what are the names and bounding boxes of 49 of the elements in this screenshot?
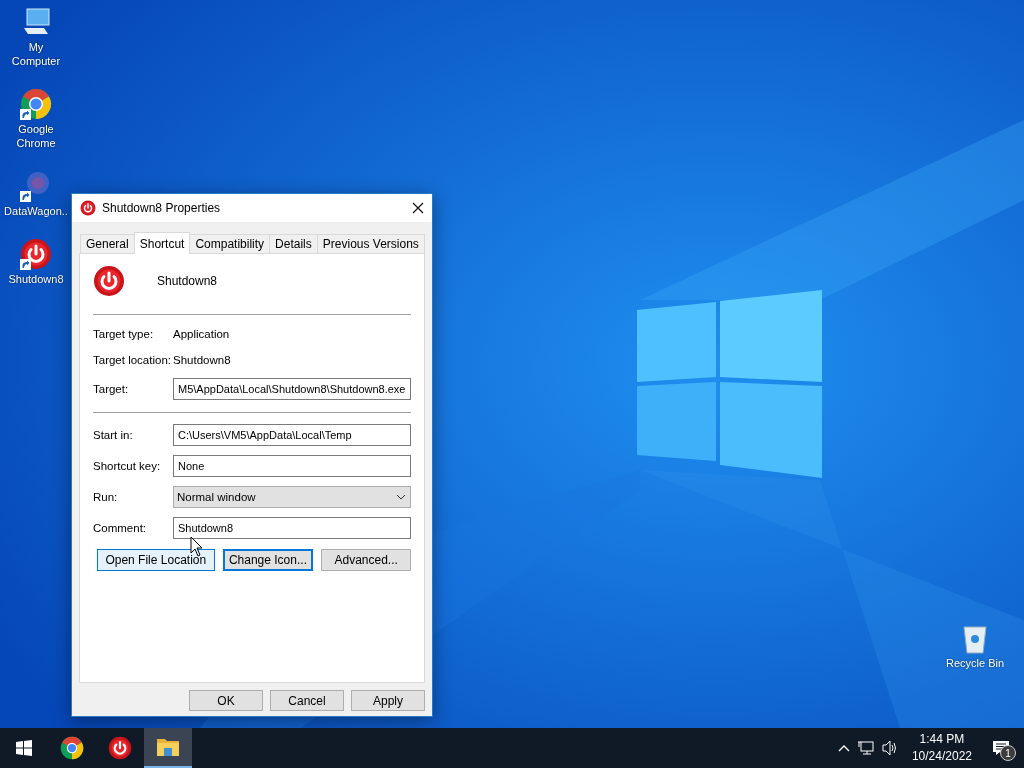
action-button[interactable]: Advanced... (321, 549, 411, 571)
tab[interactable]: Previous Versions (316, 234, 425, 253)
field-label: Comment: (93, 521, 148, 534)
text-field[interactable]: C:\Users\VM5\AppData\Local\Temp (173, 423, 411, 446)
action-button[interactable]: Change Icon... (222, 549, 314, 571)
desktop-icon-label[interactable]: Recycle Bin (945, 656, 1005, 670)
window-title: Shutdown8 Properties (102, 201, 222, 215)
run-dropdown[interactable]: Normal window (173, 485, 411, 508)
chevron-down-icon (396, 493, 406, 500)
folder-icon (156, 737, 180, 757)
clock-time[interactable]: 1:44 PM (919, 731, 965, 748)
tab[interactable]: Compatibility (189, 234, 271, 253)
text-field[interactable]: None (173, 454, 411, 477)
field-label: Target: (93, 382, 130, 395)
taskbar-app[interactable] (144, 728, 192, 768)
text-field[interactable]: M5\AppData\Local\Shutdown8\Shutdown8.exe (173, 377, 411, 400)
dialog-button[interactable]: OK (189, 690, 263, 711)
notification-count: 1 (1000, 745, 1016, 761)
desktop-icon-label[interactable]: Shutdown8 (8, 272, 64, 286)
recycle-bin-icon (961, 624, 989, 654)
power-icon (80, 200, 96, 216)
power-icon (93, 265, 125, 297)
close-icon[interactable] (412, 202, 424, 214)
field-label: Run: (93, 490, 119, 503)
chevron-up-icon[interactable] (837, 744, 850, 752)
chrome-icon (60, 736, 84, 760)
text-field[interactable]: Shutdown8 (173, 516, 411, 539)
notification-button[interactable]: 1 (986, 733, 1016, 763)
field-label: Target location: (93, 354, 172, 366)
speaker-icon[interactable] (881, 740, 898, 756)
field-value: Application (173, 328, 231, 340)
cursor-icon (190, 536, 203, 557)
field-label: Shortcut key: (93, 459, 162, 472)
desktop-icon-label[interactable]: My Computer (3, 40, 69, 68)
tab[interactable]: Shortcut (133, 232, 191, 254)
field-label: Target type: (93, 328, 155, 340)
power-icon (108, 736, 132, 760)
desktop-icon-label[interactable]: Google Chrome (3, 122, 69, 150)
dialog-button[interactable]: Apply (351, 690, 425, 711)
app-name: Shutdown8 (157, 274, 218, 288)
network-icon[interactable] (857, 740, 874, 756)
action-button[interactable]: Open File Location (97, 549, 215, 571)
field-value: Shutdown8 (173, 354, 232, 366)
start-icon[interactable] (16, 740, 32, 756)
desktop-icon-label[interactable]: DataWagon.. (4, 204, 68, 218)
tab[interactable]: General (80, 234, 135, 253)
field-label: Start in: (93, 428, 134, 441)
clock-date[interactable]: 10/24/2022 (911, 748, 972, 765)
dialog-button[interactable]: Cancel (270, 690, 344, 711)
